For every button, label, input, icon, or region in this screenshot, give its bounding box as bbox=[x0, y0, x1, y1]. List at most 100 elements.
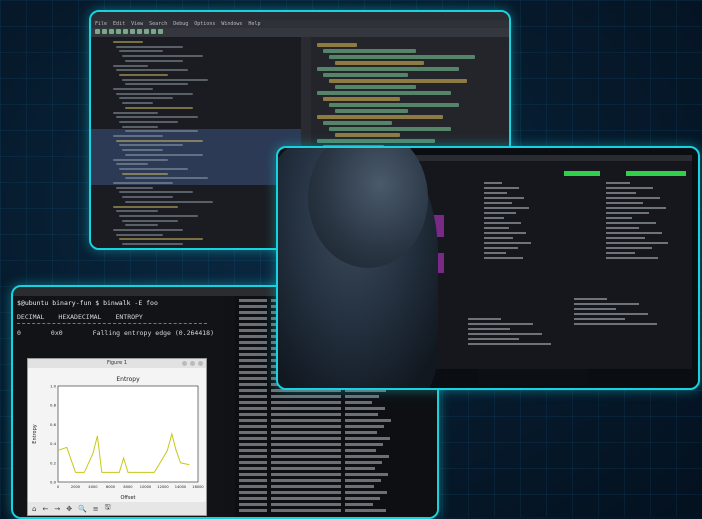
hexdump-row bbox=[239, 491, 433, 494]
listing-line bbox=[113, 229, 183, 231]
tool-icon[interactable] bbox=[158, 29, 163, 34]
monitor-menu-bar bbox=[374, 155, 692, 161]
divider bbox=[17, 323, 207, 324]
listing-line bbox=[116, 210, 158, 212]
figure-title: Figure 1 bbox=[28, 359, 206, 368]
hexdump-row bbox=[239, 497, 433, 500]
listing-line bbox=[125, 130, 198, 132]
menu-debug[interactable]: Debug bbox=[173, 20, 188, 28]
listing-line bbox=[116, 46, 183, 48]
figure-window: Figure 1 Entropy Offset Entropy 02000400… bbox=[27, 358, 207, 516]
decompiler-line bbox=[329, 103, 459, 107]
tool-icon[interactable] bbox=[130, 29, 135, 34]
listing-line bbox=[119, 238, 203, 240]
code-column bbox=[484, 179, 544, 262]
x-tick-label: 6000 bbox=[106, 485, 116, 489]
hexdump-row bbox=[239, 407, 433, 410]
tool-icon[interactable] bbox=[102, 29, 107, 34]
x-tick-label: 12000 bbox=[157, 485, 169, 489]
listing-line bbox=[116, 163, 148, 165]
forward-icon[interactable]: → bbox=[54, 505, 60, 513]
tool-icon[interactable] bbox=[95, 29, 100, 34]
save-icon[interactable]: 🖫 bbox=[105, 503, 111, 514]
close-icon[interactable] bbox=[198, 361, 203, 366]
menu-file[interactable]: File bbox=[95, 20, 107, 28]
x-tick-label: 4000 bbox=[88, 485, 98, 489]
decompiler-line bbox=[335, 85, 416, 89]
listing-line bbox=[113, 206, 178, 208]
listing-line bbox=[119, 121, 178, 123]
listing-line bbox=[122, 55, 203, 57]
listing-line bbox=[122, 149, 163, 151]
minimize-icon[interactable] bbox=[182, 361, 187, 366]
listing-line bbox=[116, 140, 203, 142]
result-hex: 0x0 bbox=[51, 329, 63, 337]
y-tick-label: 0.6 bbox=[50, 422, 57, 427]
listing-line bbox=[119, 215, 198, 217]
binwalk-result-row: 0 0x0 Falling entropy edge (0.264418) bbox=[17, 329, 219, 337]
listing-line bbox=[119, 74, 168, 76]
menu-search[interactable]: Search bbox=[149, 20, 167, 28]
y-tick-label: 0.8 bbox=[50, 403, 57, 408]
listing-line bbox=[113, 41, 143, 43]
listing-line bbox=[122, 79, 208, 81]
back-icon[interactable]: ← bbox=[42, 505, 48, 513]
y-tick-label: 0.0 bbox=[50, 480, 57, 485]
decompiler-line bbox=[323, 97, 400, 101]
header-entropy: ENTROPY bbox=[115, 313, 142, 321]
configure-icon[interactable]: ≡ bbox=[93, 505, 99, 513]
terminal-output: $@ubuntu binary-fun $ binwalk -E foo DEC… bbox=[13, 296, 223, 517]
tool-icon[interactable] bbox=[151, 29, 156, 34]
decompiler-line bbox=[317, 91, 451, 95]
code-column bbox=[574, 295, 684, 328]
x-tick-label: 2000 bbox=[71, 485, 81, 489]
decompiler-line bbox=[317, 43, 357, 47]
menu-help[interactable]: Help bbox=[248, 20, 260, 28]
hexdump-row bbox=[239, 485, 433, 488]
zoom-icon[interactable]: 🔍 bbox=[78, 505, 87, 513]
code-column bbox=[606, 179, 686, 262]
hexdump-row bbox=[239, 461, 433, 464]
tool-icon[interactable] bbox=[137, 29, 142, 34]
menu-edit[interactable]: Edit bbox=[113, 20, 125, 28]
header-decimal: DECIMAL bbox=[17, 313, 44, 321]
listing-line bbox=[113, 159, 168, 161]
decompiler-line bbox=[335, 109, 408, 113]
decompiler-line bbox=[329, 79, 467, 83]
tool-icon[interactable] bbox=[116, 29, 121, 34]
listing-line bbox=[113, 135, 163, 137]
hooded-person bbox=[276, 146, 438, 390]
menu-options[interactable]: Options bbox=[194, 20, 215, 28]
y-tick-label: 1.0 bbox=[50, 384, 57, 389]
hexdump-row bbox=[239, 437, 433, 440]
pan-icon[interactable]: ✥ bbox=[66, 505, 72, 513]
hexdump-row bbox=[239, 443, 433, 446]
menu-windows[interactable]: Windows bbox=[221, 20, 242, 28]
maximize-icon[interactable] bbox=[190, 361, 195, 366]
result-entropy: Falling entropy edge (0.264418) bbox=[93, 329, 214, 337]
hexdump-row bbox=[239, 449, 433, 452]
tool-icon[interactable] bbox=[144, 29, 149, 34]
disassembler-toolbar bbox=[91, 28, 509, 37]
listing-line bbox=[122, 126, 158, 128]
hexdump-row bbox=[239, 431, 433, 434]
tool-icon[interactable] bbox=[123, 29, 128, 34]
listing-view[interactable] bbox=[91, 37, 301, 248]
home-icon[interactable]: ⌂ bbox=[32, 505, 36, 513]
x-tick-label: 8000 bbox=[123, 485, 133, 489]
listing-line bbox=[122, 196, 173, 198]
hexdump-row bbox=[239, 509, 433, 512]
listing-line bbox=[125, 107, 193, 109]
status-bar-green bbox=[564, 171, 600, 176]
hexdump-row bbox=[239, 413, 433, 416]
tool-icon[interactable] bbox=[109, 29, 114, 34]
listing-line bbox=[122, 173, 168, 175]
listing-line bbox=[113, 112, 158, 114]
listing-line bbox=[113, 65, 148, 67]
menu-view[interactable]: View bbox=[131, 20, 143, 28]
listing-line bbox=[125, 177, 208, 179]
hacker-photo bbox=[276, 146, 700, 390]
x-tick-label: 14000 bbox=[175, 485, 187, 489]
x-tick-label: 16000 bbox=[192, 485, 204, 489]
binwalk-header: DECIMAL HEXADECIMAL ENTROPY bbox=[17, 313, 219, 321]
